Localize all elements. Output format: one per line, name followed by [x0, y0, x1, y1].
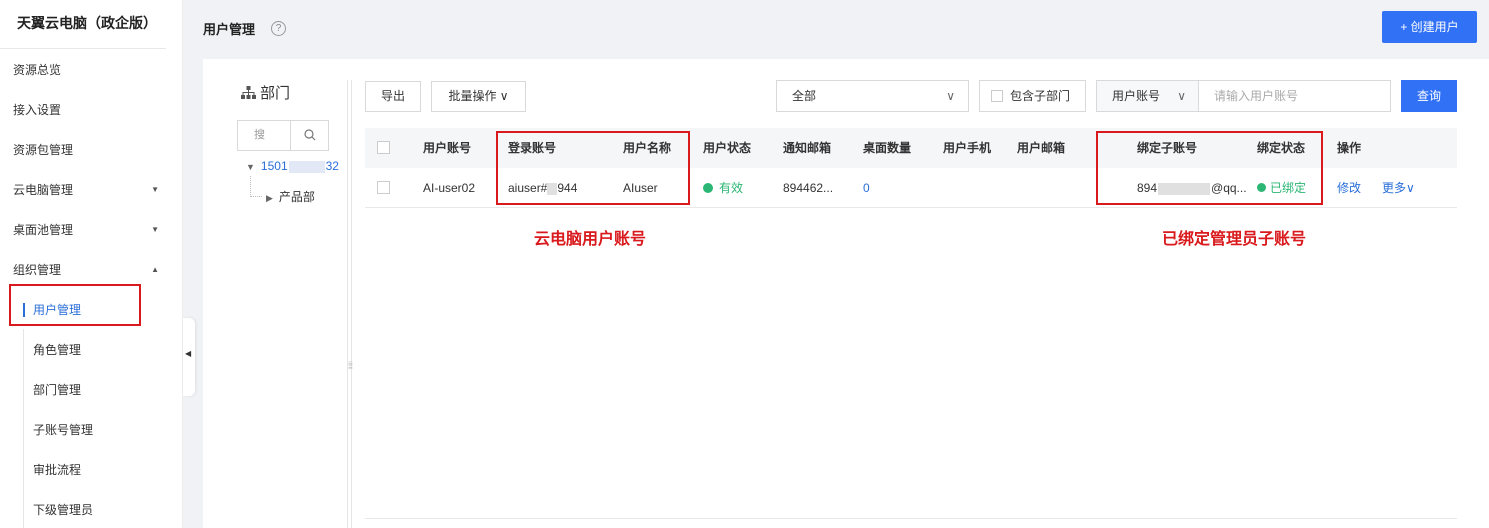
- dept-root-label: 1501: [260, 159, 288, 173]
- sidebar-item-label: 角色管理: [33, 343, 82, 357]
- sidebar-item-label: 子账号管理: [33, 423, 94, 437]
- panel-divider: [351, 80, 352, 528]
- sidebar-item-label: 资源总览: [13, 63, 62, 77]
- highlight-cloud-pc-account: [496, 131, 690, 205]
- annotation-bound-subaccount: 已绑定管理员子账号: [1162, 231, 1307, 248]
- resize-handle-icon[interactable]: ≡ ≡: [348, 360, 353, 372]
- table-bottom-border: [365, 518, 1457, 519]
- scope-select-value: 全部: [792, 89, 817, 103]
- search-field-select[interactable]: 用户账号 ∨: [1096, 80, 1199, 112]
- dept-search-box: 搜: [237, 120, 329, 151]
- help-icon[interactable]: ?: [271, 21, 286, 36]
- search-field-value: 用户账号: [1112, 89, 1161, 103]
- search-icon[interactable]: [290, 121, 328, 150]
- sidebar-item-subaccount-management[interactable]: 子账号管理: [0, 410, 183, 450]
- sidebar-item-label: 审批流程: [33, 463, 82, 477]
- tree-connector: [250, 196, 262, 197]
- chevron-down-icon: ∨: [1177, 89, 1186, 103]
- sidebar-item-label: 云电脑管理: [13, 183, 74, 197]
- highlight-user-management: [9, 284, 141, 326]
- cell-notify-email: 894462...: [783, 181, 834, 195]
- chevron-down-icon: ∨: [946, 89, 955, 103]
- panel-divider: [347, 80, 348, 528]
- check-circle-icon: [703, 182, 713, 193]
- caret-down-icon: ▼: [151, 185, 159, 194]
- account-search-input[interactable]: 请输入用户账号: [1198, 80, 1391, 112]
- column-header: 桌面数量: [863, 141, 912, 155]
- sidebar-item-label: 桌面池管理: [13, 223, 74, 237]
- sidebar-item-desktop-pool[interactable]: 桌面池管理 ▼: [0, 210, 183, 250]
- batch-actions-dropdown[interactable]: 批量操作 ∨: [431, 81, 526, 112]
- caret-right-icon[interactable]: ▶: [266, 193, 273, 203]
- sidebar-item-label: 资源包管理: [13, 143, 74, 157]
- create-user-button[interactable]: + 创建用户: [1382, 11, 1477, 43]
- dept-tree-root[interactable]: ▼ 1501 32: [246, 159, 339, 173]
- dept-root-label-suffix: 32: [325, 159, 339, 173]
- more-actions-dropdown[interactable]: 更多∨: [1382, 168, 1415, 208]
- dept-panel-title: 部门: [241, 82, 290, 103]
- sidebar-item-dept-management[interactable]: 部门管理: [0, 370, 183, 410]
- app-brand: 天翼云电脑（政企版）: [0, 0, 166, 49]
- column-header: 用户邮箱: [1017, 141, 1066, 155]
- sidebar-item-label: 下级管理员: [33, 503, 94, 517]
- highlight-bound-subaccount: [1096, 131, 1323, 205]
- caret-left-icon: ◀: [185, 349, 192, 358]
- edit-link[interactable]: 修改: [1337, 168, 1361, 208]
- dept-tree-child[interactable]: ▶ 产品部: [266, 188, 315, 205]
- export-button[interactable]: 导出: [365, 81, 421, 112]
- caret-down-icon: ▼: [151, 225, 159, 234]
- scope-select[interactable]: 全部 ∨: [776, 80, 969, 112]
- dept-title-text: 部门: [260, 85, 291, 102]
- include-subdept-label: 包含子部门: [1010, 89, 1071, 103]
- cell-user-account: AI-user02: [423, 181, 476, 195]
- query-button[interactable]: 查询: [1401, 80, 1457, 112]
- column-header: 操作: [1337, 141, 1362, 155]
- caret-down-icon[interactable]: ▼: [246, 162, 255, 172]
- sidebar-item-overview[interactable]: 资源总览: [0, 50, 183, 90]
- sidebar-item-label: 接入设置: [13, 103, 62, 117]
- annotation-cloud-pc-account: 云电脑用户账号: [534, 231, 647, 248]
- sidebar-item-approval-flow[interactable]: 审批流程: [0, 450, 183, 490]
- tree-connector: [250, 176, 251, 197]
- checkbox[interactable]: [991, 90, 1003, 102]
- sidebar-item-cloud-pc[interactable]: 云电脑管理 ▼: [0, 170, 183, 210]
- column-header: 用户账号: [423, 141, 472, 155]
- cell-user-status: 有效: [703, 168, 743, 208]
- sidebar-item-label: 组织管理: [13, 263, 62, 277]
- dept-search-input[interactable]: 搜: [238, 121, 290, 150]
- column-header: 用户手机: [943, 141, 992, 155]
- sidebar-item-resource-packages[interactable]: 资源包管理: [0, 130, 183, 170]
- select-all-checkbox[interactable]: [377, 141, 390, 154]
- sidebar-item-label: 部门管理: [33, 383, 82, 397]
- sidebar-collapse-toggle[interactable]: ◀: [183, 318, 195, 396]
- include-subdept-checkbox[interactable]: 包含子部门: [979, 80, 1086, 112]
- sidebar: 天翼云电脑（政企版） 资源总览 接入设置 资源包管理 云电脑管理 ▼ 桌面池管理 ▼…: [0, 0, 183, 528]
- page-title: 用户管理: [203, 22, 256, 37]
- column-header: 用户状态: [703, 141, 752, 155]
- column-header: 通知邮箱: [783, 141, 832, 155]
- cell-desktop-count[interactable]: 0: [863, 168, 870, 208]
- org-tree-icon: [241, 86, 256, 99]
- sidebar-item-sub-admins[interactable]: 下级管理员: [0, 490, 183, 528]
- sidebar-item-role-management[interactable]: 角色管理: [0, 330, 183, 370]
- status-text: 有效: [719, 181, 744, 195]
- row-checkbox[interactable]: [377, 181, 390, 194]
- dept-child-label: 产品部: [278, 190, 315, 204]
- caret-up-icon: ▲: [151, 265, 159, 274]
- redacted-mask: [288, 160, 325, 173]
- sidebar-item-access-settings[interactable]: 接入设置: [0, 90, 183, 130]
